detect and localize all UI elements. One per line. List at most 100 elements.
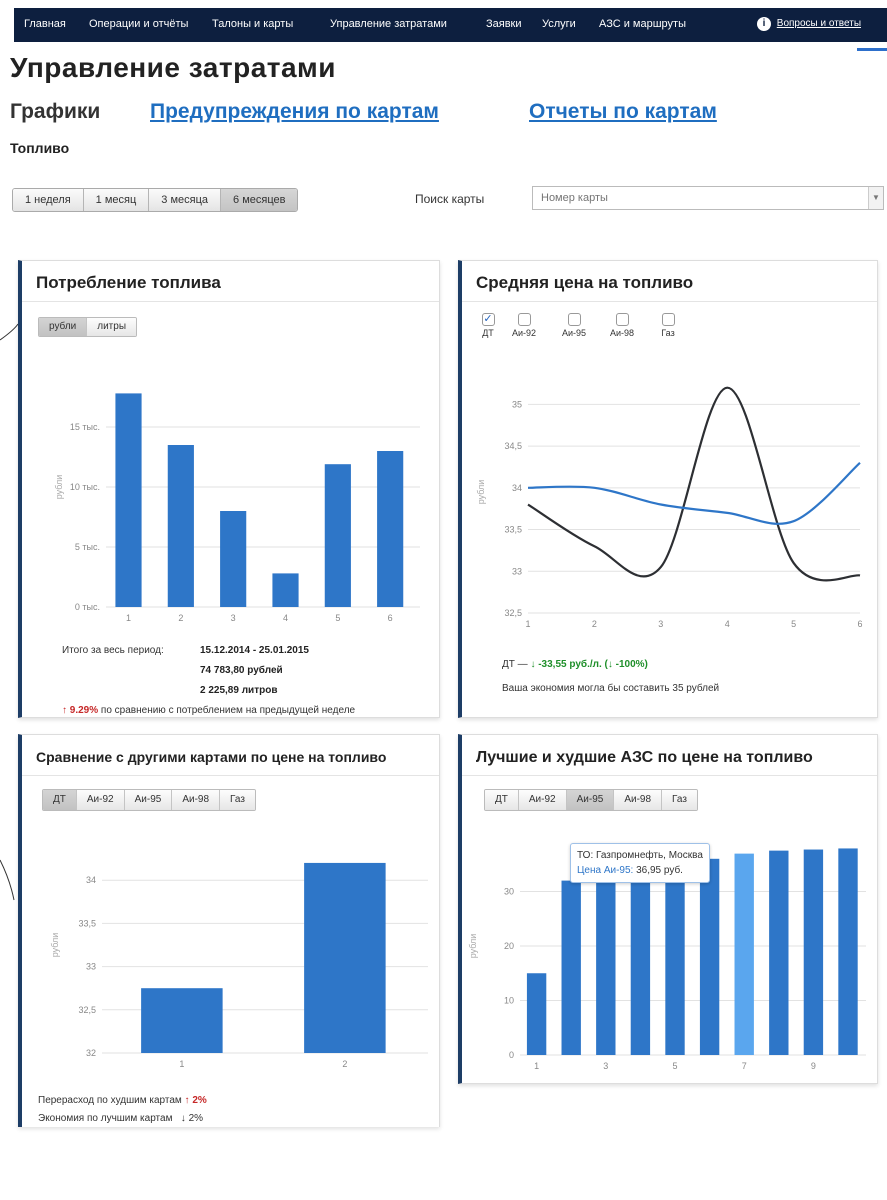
y-tick-label: 30 xyxy=(504,887,514,897)
change-percent: ↑ 9.29% xyxy=(62,705,99,716)
nav-item-services[interactable]: Услуги xyxy=(542,18,576,30)
stations-fuel-gas[interactable]: Газ xyxy=(662,790,697,810)
compare-fuel-ai92[interactable]: Аи-92 xyxy=(76,790,125,810)
y-tick-label: 32,5 xyxy=(78,1005,96,1015)
overspend-value: ↑ 2% xyxy=(184,1095,207,1106)
fuel-checkbox-ai95[interactable]: Аи-95 xyxy=(554,313,594,338)
unit-rubles-button[interactable]: рубли xyxy=(39,318,88,336)
card-search-combobox[interactable]: ▼ xyxy=(532,186,884,210)
unit-liters-button[interactable]: литры xyxy=(87,318,137,336)
price-line-series-1 xyxy=(527,386,861,582)
y-axis-label: рубли xyxy=(476,480,486,505)
x-tick-label: 2 xyxy=(342,1059,347,1069)
station-bar xyxy=(630,869,651,1055)
y-tick-label: 0 тыс. xyxy=(75,602,100,612)
tab-card-reports[interactable]: Отчеты по картам xyxy=(529,100,717,124)
station-bar xyxy=(596,875,616,1055)
y-tick-label: 32 xyxy=(86,1048,96,1058)
compare-fuel-gas[interactable]: Газ xyxy=(220,790,255,810)
compare-fuel-ai95[interactable]: Аи-95 xyxy=(124,790,173,810)
total-period-label: Итого за весь период: xyxy=(62,645,164,656)
y-tick-label: 5 тыс. xyxy=(75,542,100,552)
station-bar xyxy=(769,850,789,1055)
compare-fuel-tabs: ДТ Аи-92 Аи-95 Аи-98 Газ xyxy=(42,789,256,811)
panel-divider xyxy=(462,301,877,302)
info-icon: i xyxy=(757,17,771,31)
consumption-bar xyxy=(324,464,351,607)
period-3-months[interactable]: 3 месяца xyxy=(149,189,222,211)
total-rubles: 74 783,80 рублей xyxy=(200,665,283,676)
x-tick-label: 2 xyxy=(178,613,183,623)
y-tick-label: 33 xyxy=(512,566,522,576)
x-tick-label: 6 xyxy=(857,619,862,629)
consumption-bar xyxy=(272,573,299,607)
y-tick-label: 35 xyxy=(512,399,522,409)
y-tick-label: 33,5 xyxy=(504,525,522,535)
period-1-week[interactable]: 1 неделя xyxy=(13,189,84,211)
nav-item-operations[interactable]: Операции и отчёты xyxy=(89,18,188,30)
panel-divider xyxy=(22,301,439,302)
savings-text: Ваша экономия могла бы составить 35 рубл… xyxy=(502,683,720,694)
y-axis-label: рубли xyxy=(50,933,60,958)
x-tick-label: 1 xyxy=(525,619,530,629)
page-title: Управление затратами xyxy=(10,52,336,83)
stations-fuel-dt[interactable]: ДТ xyxy=(485,790,519,810)
y-axis-label: рубли xyxy=(54,475,64,500)
y-tick-label: 32,5 xyxy=(504,608,522,618)
nav-item-coupons[interactable]: Талоны и карты xyxy=(212,18,293,30)
top-nav: Главная Операции и отчёты Талоны и карты… xyxy=(14,8,887,51)
help-link[interactable]: Вопросы и ответы xyxy=(777,18,861,29)
chevron-down-icon[interactable]: ▼ xyxy=(868,187,883,209)
fuel-checkbox-gas[interactable]: Газ xyxy=(648,313,688,338)
tooltip-price-label: Цена Аи-95: xyxy=(577,865,634,876)
y-tick-label: 10 xyxy=(504,996,514,1006)
panel-divider xyxy=(22,775,439,776)
consumption-bar xyxy=(167,445,194,607)
y-tick-label: 34 xyxy=(512,483,522,493)
nav-item-cost-management[interactable]: Управление затратами xyxy=(330,18,447,30)
station-bar xyxy=(526,973,547,1055)
compare-fuel-dt[interactable]: ДТ xyxy=(43,790,77,810)
x-tick-label: 5 xyxy=(335,613,340,623)
stations-fuel-ai92[interactable]: Аи-92 xyxy=(518,790,567,810)
avg-price-panel: Средняя цена на топливо ✓ ДТ Аи-92 Аи-95 … xyxy=(458,260,878,718)
stations-fuel-ai95[interactable]: Аи-95 xyxy=(566,790,615,810)
period-1-month[interactable]: 1 месяц xyxy=(83,189,150,211)
fuel-checkbox-ai98[interactable]: Аи-98 xyxy=(602,313,642,338)
consumption-bar xyxy=(220,511,247,607)
compare-fuel-ai98[interactable]: Аи-98 xyxy=(172,790,221,810)
period-selector: 1 неделя 1 месяц 3 месяца 6 месяцев xyxy=(12,188,299,212)
stations-panel: Лучшие и худшие АЗС по цене на топливо Д… xyxy=(458,734,878,1084)
fuel-checkbox-dt[interactable]: ✓ ДТ xyxy=(468,313,508,338)
tooltip-station-name: ТО: Газпромнефть, Москва xyxy=(577,850,703,861)
compare-chart: 32 32,5 33 33,5 34 рубли 1 2 xyxy=(50,862,428,1069)
x-tick-label: 7 xyxy=(742,1061,747,1071)
period-6-months[interactable]: 6 месяцев xyxy=(221,189,298,211)
result-value: ↓ -33,55 руб./л. (↓ -100%) xyxy=(530,659,648,670)
consumption-panel: Потребление топлива рубли литры 0 тыс. 5 … xyxy=(18,260,440,718)
check-icon: ✓ xyxy=(481,313,495,326)
consumption-bar xyxy=(115,393,142,607)
station-bar xyxy=(699,858,720,1055)
card-search-input[interactable] xyxy=(533,187,869,209)
stations-fuel-tabs: ДТ Аи-92 Аи-95 Аи-98 Газ xyxy=(484,789,698,811)
tab-charts[interactable]: Графики xyxy=(10,100,100,124)
x-tick-label: 9 xyxy=(811,1061,816,1071)
x-tick-label: 3 xyxy=(231,613,236,623)
compare-bar xyxy=(141,988,223,1053)
nav-item-home[interactable]: Главная xyxy=(24,18,66,30)
y-tick-label: 10 тыс. xyxy=(70,482,100,492)
station-bar xyxy=(734,853,754,1055)
result-prefix: ДТ — xyxy=(502,659,528,670)
tab-card-warnings[interactable]: Предупреждения по картам xyxy=(150,100,439,124)
stations-fuel-ai98[interactable]: Аи-98 xyxy=(614,790,663,810)
y-tick-label: 20 xyxy=(504,941,514,951)
station-tooltip: ТО: Газпромнефть, Москва Цена Аи-95: 36,… xyxy=(570,843,710,883)
overspend-label: Перерасход по худшим картам xyxy=(38,1095,182,1106)
nav-accent-bar xyxy=(857,48,887,51)
station-bar xyxy=(838,848,858,1055)
nav-item-requests[interactable]: Заявки xyxy=(486,18,522,30)
nav-item-stations[interactable]: АЗС и маршруты xyxy=(599,18,686,30)
consumption-chart: 0 тыс. 5 тыс. 10 тыс. 15 тыс. рубли 1 2 3 4 5 6 xyxy=(54,393,420,623)
fuel-checkbox-ai92[interactable]: Аи-92 xyxy=(504,313,544,338)
